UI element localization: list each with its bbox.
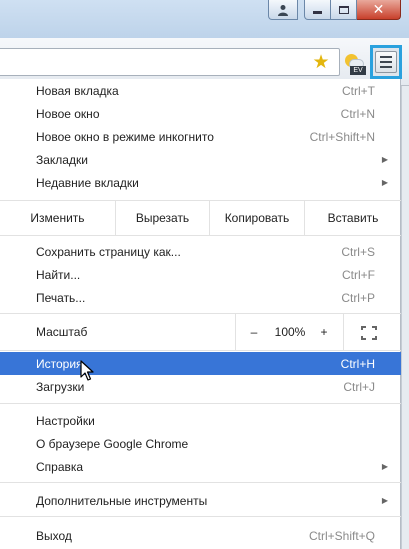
menu-separator [0, 350, 401, 351]
menu-item-label: Закладки [36, 152, 88, 167]
menu-item-find[interactable]: Найти... Ctrl+F [0, 263, 401, 286]
menu-separator [0, 235, 401, 236]
menu-item-label: Новое окно в режиме инкогнито [36, 129, 214, 144]
menu-item-label: Новая вкладка [36, 83, 119, 98]
paste-button[interactable]: Вставить [305, 201, 401, 235]
menu-item-settings[interactable]: Настройки [0, 409, 401, 432]
menu-item-shortcut: Ctrl+S [341, 244, 375, 259]
menu-item-shortcut: Ctrl+H [340, 356, 375, 371]
menu-item-label: Выход [36, 528, 72, 543]
menu-item-label: Печать... [36, 290, 86, 305]
menu-item-history[interactable]: История Ctrl+H [0, 352, 401, 375]
chrome-menu-button[interactable] [370, 45, 402, 79]
edit-label: Изменить [30, 211, 85, 225]
menu-item-label: Недавние вкладки [36, 175, 139, 190]
hamburger-menu-icon [375, 51, 397, 73]
menu-item-shortcut: Ctrl+P [341, 290, 375, 305]
close-icon: ✕ [372, 1, 385, 18]
address-bar[interactable] [0, 48, 340, 76]
menu-item-print[interactable]: Печать... Ctrl+P [0, 286, 401, 309]
menu-item-exit[interactable]: Выход Ctrl+Shift+Q [0, 524, 401, 547]
zoom-row: Масштаб – 100% + [0, 314, 401, 350]
window-right-edge [401, 86, 409, 549]
submenu-arrow-icon: ▶ [381, 496, 388, 505]
submenu-arrow-icon: ▶ [381, 155, 388, 164]
copy-button[interactable]: Копировать [210, 201, 304, 235]
menu-item-label: Загрузки [36, 379, 85, 394]
menu-item-shortcut: Ctrl+N [340, 106, 375, 121]
menu-item-label: Справка [36, 459, 84, 474]
submenu-arrow-icon: ▶ [381, 462, 388, 471]
menu-item-new-window[interactable]: Новое окно Ctrl+N [0, 102, 401, 125]
menu-item-bookmarks[interactable]: Закладки ▶ [0, 148, 401, 171]
window-titlebar: ✕ [0, 0, 409, 38]
menu-item-label: Настройки [36, 413, 95, 428]
menu-item-label: История [36, 356, 83, 371]
close-window-button[interactable]: ✕ [357, 0, 401, 20]
user-icon [278, 4, 288, 16]
menu-item-label: Новое окно [36, 106, 100, 121]
menu-item-shortcut: Ctrl+F [342, 267, 375, 282]
fullscreen-icon[interactable] [361, 326, 377, 340]
menu-item-shortcut: Ctrl+J [343, 379, 375, 394]
menu-item-incognito[interactable]: Новое окно в режиме инкогнито Ctrl+Shift… [0, 125, 401, 148]
star-icon[interactable]: ★ [310, 51, 332, 73]
minimize-button[interactable] [304, 0, 331, 20]
menu-item-about[interactable]: О браузере Google Chrome [0, 432, 401, 455]
maximize-button[interactable] [331, 0, 357, 20]
menu-item-label: Сохранить страницу как... [36, 244, 181, 259]
menu-separator [0, 403, 401, 404]
menu-separator [0, 482, 401, 483]
menu-item-shortcut: Ctrl+Shift+Q [308, 528, 375, 543]
menu-item-label: Дополнительные инструменты [36, 493, 208, 508]
zoom-out-button[interactable]: – [240, 314, 268, 350]
menu-item-save-page[interactable]: Сохранить страницу как... Ctrl+S [0, 240, 401, 263]
minimize-icon [313, 11, 322, 14]
menu-item-recent-tabs[interactable]: Недавние вкладки ▶ [0, 171, 401, 194]
user-profile-button[interactable] [268, 0, 298, 20]
menu-item-shortcut: Ctrl+Shift+N [309, 129, 375, 144]
menu-item-help[interactable]: Справка ▶ [0, 455, 401, 478]
menu-item-new-tab[interactable]: Новая вкладка Ctrl+T [0, 79, 401, 102]
menu-item-shortcut: Ctrl+T [342, 83, 375, 98]
menu-item-label: Найти... [36, 267, 81, 282]
zoom-level: 100% [274, 325, 306, 339]
edit-row: Изменить Вырезать Копировать Вставить [0, 201, 401, 235]
weather-extension-icon[interactable]: EV [343, 53, 366, 75]
menu-item-label: О браузере Google Chrome [36, 436, 189, 451]
maximize-icon [338, 5, 349, 14]
extension-badge: EV [350, 66, 366, 75]
chrome-menu: Новая вкладка Ctrl+T Новое окно Ctrl+N Н… [0, 79, 401, 549]
mouse-pointer-icon [80, 360, 94, 381]
menu-item-downloads[interactable]: Загрузки Ctrl+J [0, 375, 401, 398]
menu-item-more-tools[interactable]: Дополнительные инструменты ▶ [0, 489, 401, 512]
zoom-label: Масштаб [36, 325, 88, 339]
menu-separator [0, 516, 401, 517]
cut-button[interactable]: Вырезать [116, 201, 209, 235]
submenu-arrow-icon: ▶ [381, 178, 388, 187]
zoom-in-button[interactable]: + [312, 314, 336, 350]
